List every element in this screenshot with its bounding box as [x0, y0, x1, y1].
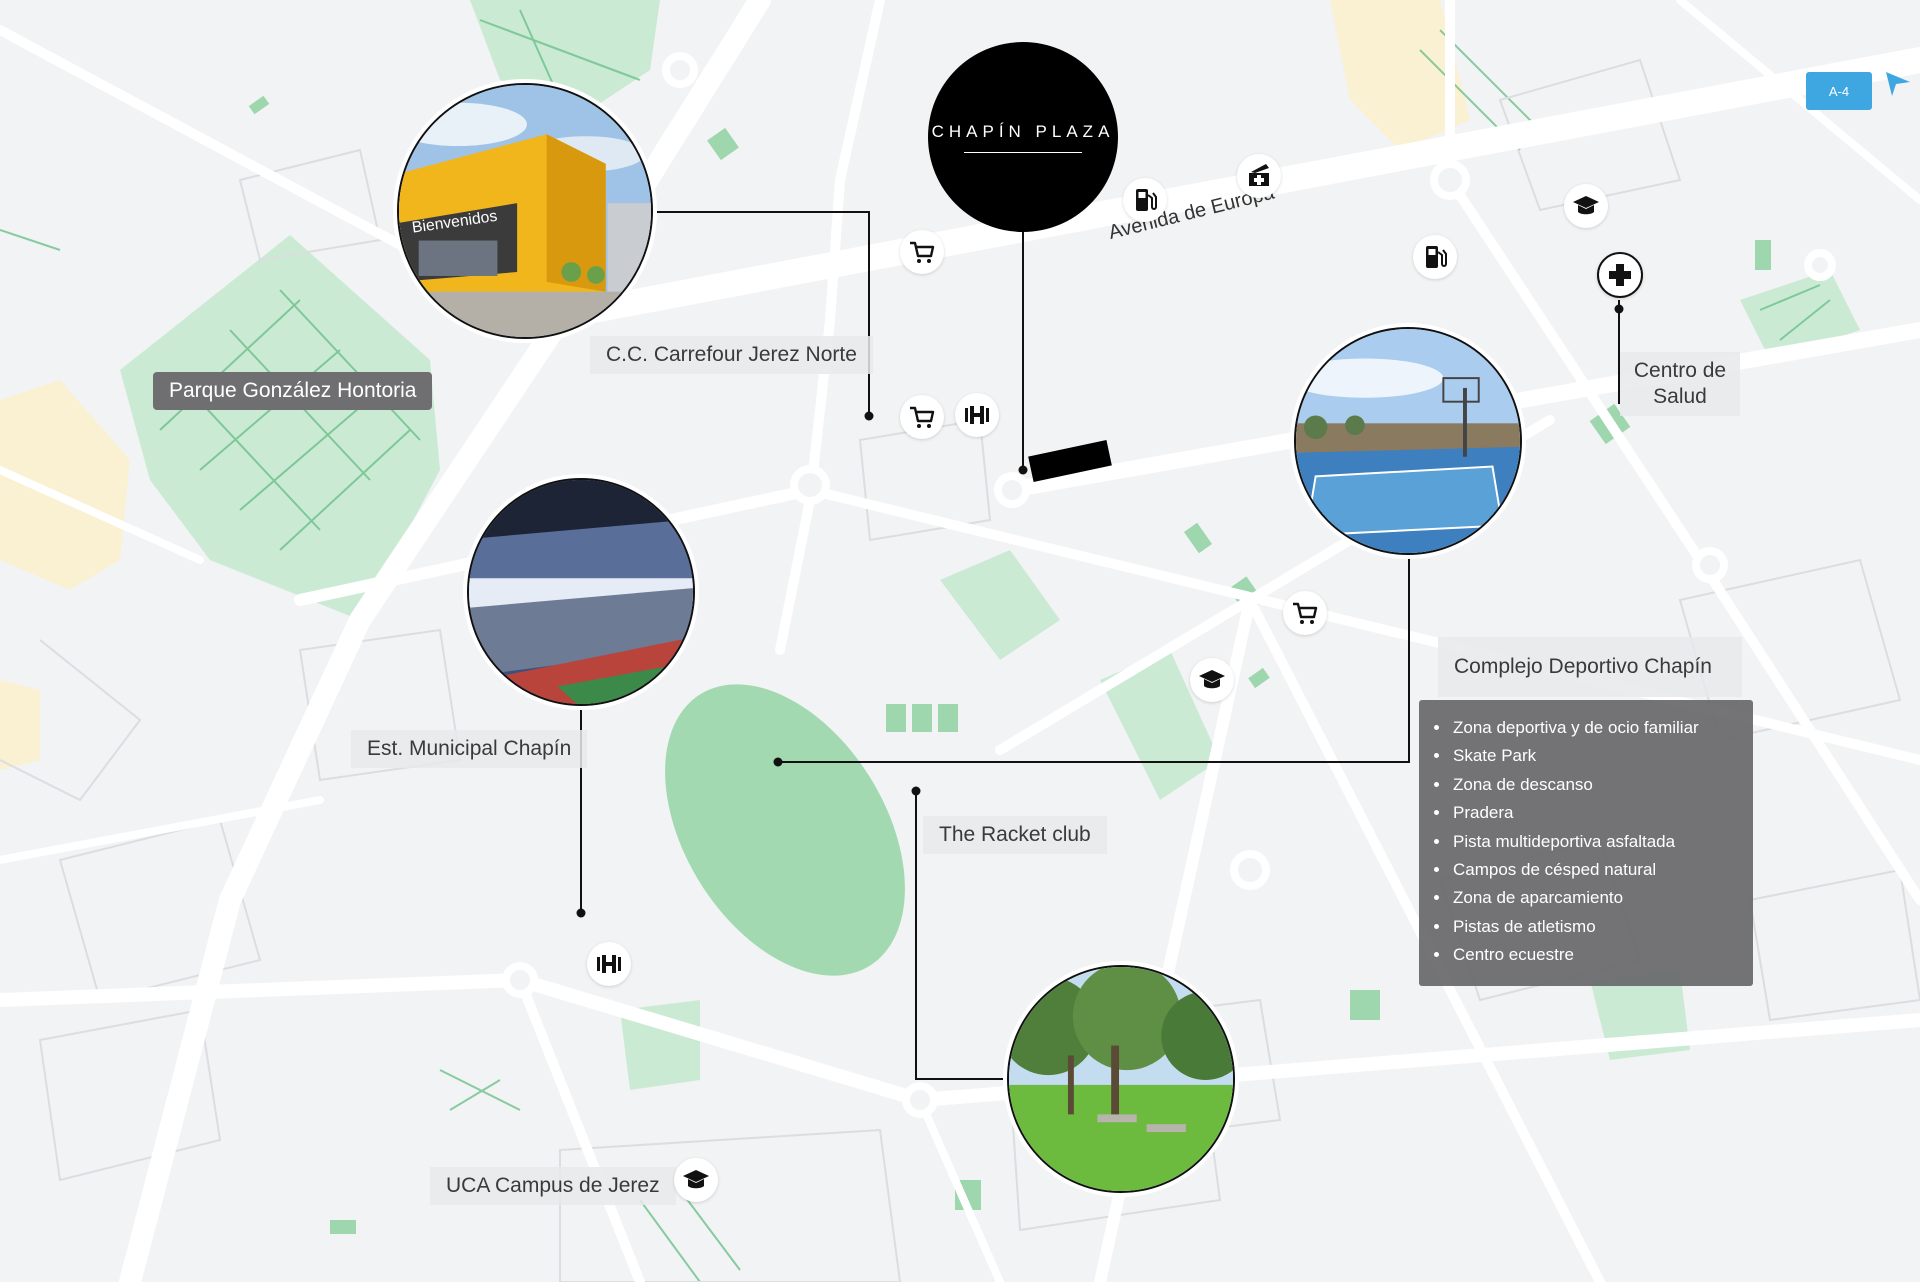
education-cap-icon[interactable] — [674, 1158, 718, 1202]
label-complejo[interactable]: Complejo Deportivo Chapín — [1438, 637, 1742, 697]
feature-item: Pradera — [1451, 799, 1741, 827]
complejo-features-list: Zona deportiva y de ocio familiar Skate … — [1451, 714, 1741, 970]
label-estadio[interactable]: Est. Municipal Chapín — [351, 730, 588, 768]
brand-name: CHAPÍN PLAZA — [931, 121, 1115, 141]
fuel-station-icon[interactable] — [1413, 235, 1457, 279]
connector-carrefour — [653, 211, 870, 416]
education-cap-icon[interactable] — [1190, 658, 1234, 702]
label-racket[interactable]: The Racket club — [923, 816, 1107, 854]
feature-item: Zona deportiva y de ocio familiar — [1451, 714, 1741, 742]
feature-item: Zona de aparcamiento — [1451, 884, 1741, 912]
connector-complejo — [778, 554, 1410, 763]
photo-complejo[interactable] — [1294, 327, 1522, 555]
feature-item: Pista multideportiva asfaltada — [1451, 828, 1741, 856]
complejo-features-panel: Zona deportiva y de ocio familiar Skate … — [1419, 700, 1753, 986]
photo-racket-club[interactable] — [1007, 965, 1235, 1193]
label-centro-salud[interactable]: Centro de Salud — [1620, 352, 1740, 416]
pin-centro-salud — [1614, 304, 1624, 314]
pin-racket — [911, 786, 921, 796]
shopping-cart-icon[interactable] — [900, 230, 944, 274]
label-carrefour[interactable]: C.C. Carrefour Jerez Norte — [590, 336, 873, 374]
fuel-station-icon[interactable] — [1123, 178, 1167, 222]
pin-complejo — [773, 757, 783, 767]
gym-dumbbell-icon[interactable] — [955, 393, 999, 437]
shopping-cart-icon[interactable] — [1283, 591, 1327, 635]
label-uca[interactable]: UCA Campus de Jerez — [430, 1167, 676, 1205]
brand-underline — [964, 151, 1082, 153]
brand-logo[interactable]: CHAPÍN PLAZA — [928, 42, 1118, 232]
hospital-cross-icon[interactable] — [1597, 252, 1643, 298]
feature-item: Campos de césped natural — [1451, 856, 1741, 884]
photo-estadio[interactable] — [467, 478, 695, 706]
highway-badge: A-4 — [1806, 72, 1872, 110]
pharmacy-icon[interactable] — [1237, 154, 1281, 198]
label-parque[interactable]: Parque González Hontoria — [153, 372, 433, 410]
education-cap-icon[interactable] — [1564, 184, 1608, 228]
pin-brand — [1018, 465, 1028, 475]
pin-carrefour — [864, 411, 874, 421]
pin-estadio — [576, 908, 586, 918]
feature-item: Zona de descanso — [1451, 771, 1741, 799]
feature-item: Pistas de atletismo — [1451, 913, 1741, 941]
gym-dumbbell-icon[interactable] — [587, 942, 631, 986]
navigation-arrow-icon — [1886, 72, 1910, 96]
photo-carrefour[interactable]: Bienvenidos — [397, 83, 653, 339]
shopping-cart-icon[interactable] — [900, 395, 944, 439]
feature-item: Centro ecuestre — [1451, 941, 1741, 969]
feature-item: Skate Park — [1451, 742, 1741, 770]
